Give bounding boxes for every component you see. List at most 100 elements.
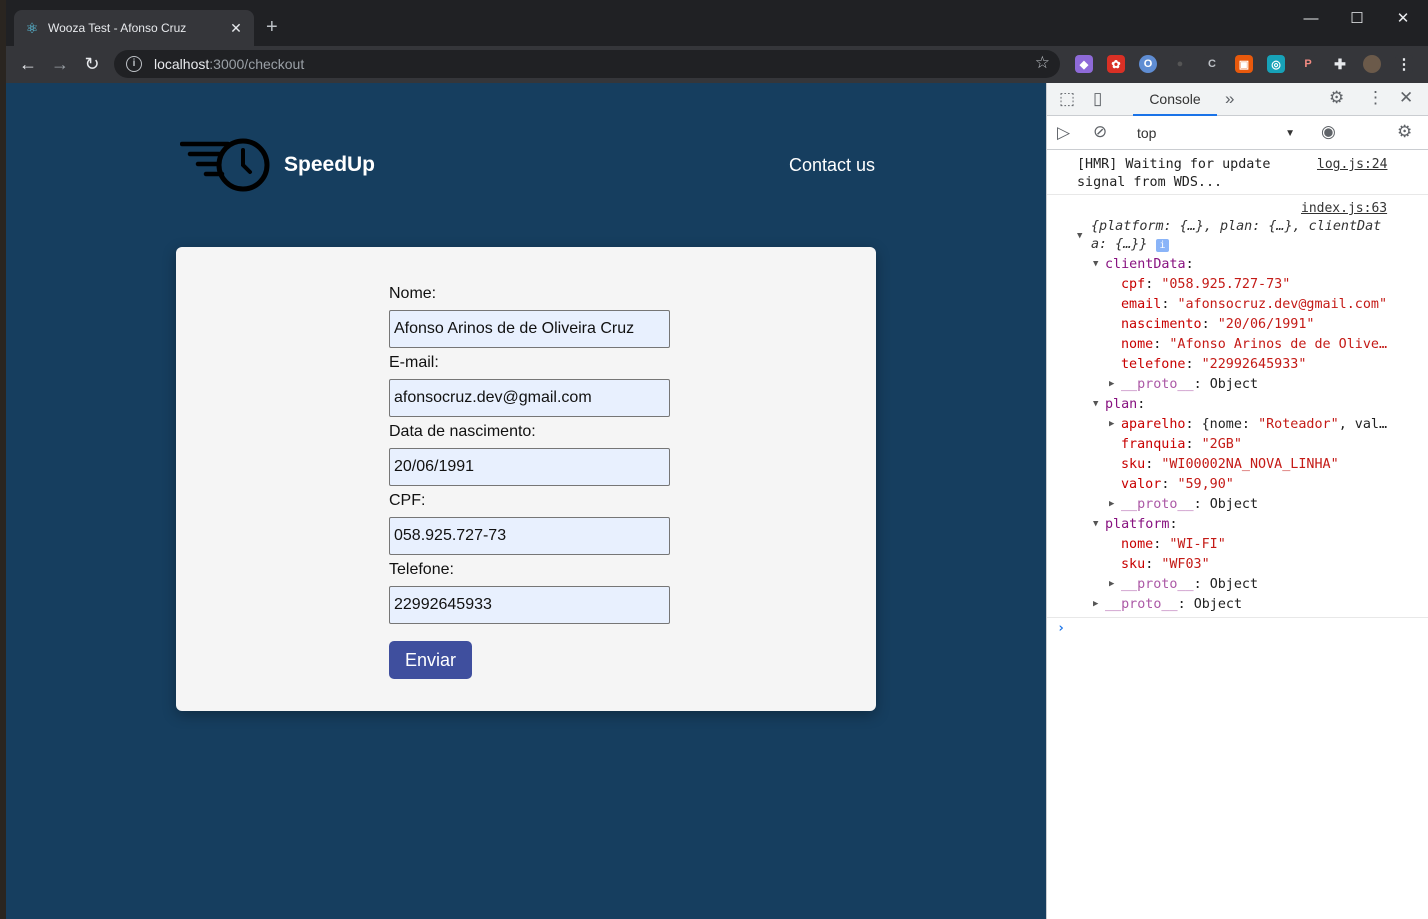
console-prompt[interactable]: › [1057, 619, 1065, 639]
extension-icon[interactable]: ▣ [1235, 55, 1253, 73]
field-label-email: E-mail: [389, 354, 439, 371]
tab-title: Wooza Test - Afonso Cruz [48, 21, 187, 35]
object-key[interactable]: __proto__ [1121, 577, 1194, 592]
avatar[interactable] [1363, 55, 1381, 73]
console-settings-icon[interactable]: ⚙ [1397, 122, 1412, 142]
clear-console-icon[interactable]: ⊘ [1093, 122, 1107, 142]
settings-gear-icon[interactable]: ⚙ [1329, 88, 1344, 108]
puzzle-icon[interactable]: ✚ [1331, 55, 1349, 73]
object-key: valor [1121, 477, 1162, 492]
forward-icon[interactable]: → [44, 48, 76, 80]
extension-icon[interactable]: O [1139, 55, 1157, 73]
object-value: "WI-FI" [1169, 537, 1226, 552]
object-value: "22992645933" [1201, 357, 1307, 372]
object-value: "afonsocruz.dev@gmail.com" [1177, 297, 1388, 312]
object-key: cpf [1121, 277, 1146, 292]
collapsed-triangle-icon[interactable]: ▶ [1109, 579, 1114, 589]
submit-button[interactable]: Enviar [389, 641, 472, 679]
object-key: sku [1121, 557, 1146, 572]
checkout-card: Nome: E-mail: Data de nascimento: CPF: T… [176, 247, 876, 711]
nome-input[interactable] [389, 310, 670, 348]
field-label-cpf: CPF: [389, 492, 426, 509]
object-key: email [1121, 297, 1162, 312]
divider [1047, 194, 1428, 195]
expand-triangle-icon[interactable]: ▼ [1093, 519, 1098, 529]
devtools-tabbar: ⬚ ▯ Console » ⚙ ⋮ ✕ [1047, 83, 1428, 116]
cpf-input[interactable] [389, 517, 670, 555]
object-value: "058.925.727-73" [1161, 277, 1291, 292]
object-key[interactable]: __proto__ [1121, 497, 1194, 512]
extension-icon[interactable]: ◎ [1267, 55, 1285, 73]
object-key[interactable]: aparelho [1121, 417, 1186, 432]
back-icon[interactable]: ← [12, 48, 44, 80]
tab-console[interactable]: Console [1133, 83, 1217, 116]
extension-icon[interactable]: ● [1171, 55, 1189, 73]
log-source-link[interactable]: index.js:63 [1301, 201, 1387, 216]
sidebar-toggle-icon[interactable]: ▷ [1057, 123, 1070, 143]
browser-tab[interactable]: ⚛ Wooza Test - Afonso Cruz ✕ [14, 10, 254, 46]
object-value: "WI00002NA_NOVA_LINHA" [1161, 457, 1339, 472]
collapsed-triangle-icon[interactable]: ▶ [1109, 419, 1114, 429]
device-toolbar-icon[interactable]: ▯ [1093, 89, 1102, 109]
close-window-icon[interactable]: ✕ [1380, 0, 1426, 36]
field-label-telefone: Telefone: [389, 561, 454, 578]
object-value: "Roteador" [1258, 417, 1339, 432]
object-value: "59,90" [1177, 477, 1234, 492]
object-value: Object [1193, 597, 1243, 612]
object-key[interactable]: __proto__ [1121, 377, 1194, 392]
eye-icon[interactable]: ◉ [1321, 122, 1336, 142]
menu-icon[interactable]: ⋮ [1395, 55, 1413, 73]
collapsed-triangle-icon[interactable]: ▶ [1109, 379, 1114, 389]
object-key: franquia [1121, 437, 1186, 452]
object-key[interactable]: plan [1105, 397, 1137, 412]
expand-triangle-icon[interactable]: ▼ [1093, 399, 1098, 409]
address-bar[interactable]: i localhost:3000/checkout ☆ [114, 50, 1060, 78]
contact-link[interactable]: Contact us [789, 155, 875, 176]
object-summary[interactable]: a: {…}} [1091, 235, 1147, 255]
console-toolbar: ▷ ⊘ top ▼ ◉ ⚙ [1047, 117, 1428, 150]
log-source-link[interactable]: log.js:24 [1317, 157, 1387, 172]
url-host: localhost [154, 56, 210, 72]
object-key: nascimento [1121, 317, 1202, 332]
context-value: top [1137, 125, 1157, 141]
reload-icon[interactable]: ↻ [76, 48, 108, 80]
brand-name: SpeedUp [284, 153, 376, 176]
object-key: telefone [1121, 357, 1186, 372]
react-icon: ⚛ [25, 20, 39, 36]
collapsed-triangle-icon[interactable]: ▶ [1093, 599, 1098, 609]
object-key[interactable]: clientData [1105, 257, 1186, 272]
object-value: {nome: [1201, 417, 1259, 432]
maximize-icon[interactable]: ☐ [1334, 0, 1380, 36]
object-summary[interactable]: {platform: {…}, plan: {…}, clientDat [1091, 217, 1381, 237]
more-tabs-icon[interactable]: » [1225, 89, 1234, 109]
extension-icon[interactable]: P [1299, 55, 1317, 73]
object-key: nome [1121, 337, 1154, 352]
field-label-nome: Nome: [389, 285, 437, 302]
extension-icon[interactable]: C [1203, 55, 1221, 73]
expand-triangle-icon[interactable]: ▼ [1077, 231, 1082, 241]
close-tab-icon[interactable]: ✕ [228, 20, 244, 37]
close-devtools-icon[interactable]: ✕ [1399, 88, 1413, 108]
kebab-menu-icon[interactable]: ⋮ [1367, 88, 1384, 108]
telefone-input[interactable] [389, 586, 670, 624]
field-label-nascimento: Data de nascimento: [389, 423, 536, 440]
title-bar: ⚛ Wooza Test - Afonso Cruz ✕ + — ☐ ✕ [6, 0, 1428, 46]
object-value: Object [1209, 497, 1259, 512]
expand-triangle-icon[interactable]: ▼ [1093, 259, 1098, 269]
extension-icon[interactable]: ◆ [1075, 55, 1093, 73]
object-value: "20/06/1991" [1217, 317, 1315, 332]
info-icon[interactable]: i [126, 56, 142, 72]
minimize-icon[interactable]: — [1288, 0, 1334, 36]
nascimento-input[interactable] [389, 448, 670, 486]
email-input[interactable] [389, 379, 670, 417]
object-value: "2GB" [1201, 437, 1242, 452]
collapsed-triangle-icon[interactable]: ▶ [1109, 499, 1114, 509]
inspect-element-icon[interactable]: ⬚ [1059, 89, 1075, 109]
bookmark-star-icon[interactable]: ☆ [1035, 53, 1050, 73]
context-selector[interactable]: top ▼ [1129, 121, 1301, 145]
object-key[interactable]: __proto__ [1105, 597, 1178, 612]
object-key[interactable]: platform [1105, 517, 1170, 532]
extension-icon[interactable]: ✿ [1107, 55, 1125, 73]
browser-window: ⚛ Wooza Test - Afonso Cruz ✕ + — ☐ ✕ ← →… [6, 0, 1428, 919]
new-tab-icon[interactable]: + [266, 16, 278, 38]
